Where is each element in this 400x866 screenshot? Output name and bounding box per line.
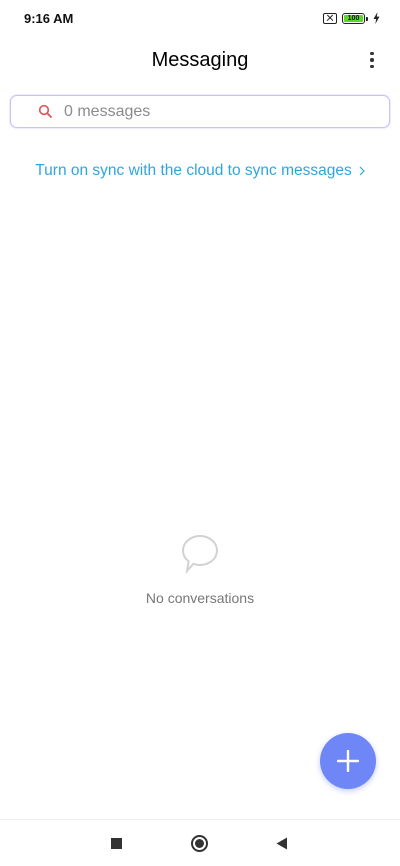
charging-bolt-icon [373, 12, 380, 24]
empty-state-text: No conversations [145, 590, 255, 606]
search-icon [38, 104, 52, 118]
recents-square-icon[interactable] [111, 838, 122, 849]
status-time: 9:16 AM [24, 11, 74, 26]
messaging-screen: 9:16 AM 100 Messaging Turn on sync with [0, 0, 400, 866]
cloud-sync-text: Turn on sync with the cloud to sync mess… [35, 162, 352, 179]
status-icons: 100 [323, 11, 380, 25]
chat-bubble-icon [181, 534, 219, 574]
cloud-sync-link[interactable]: Turn on sync with the cloud to sync mess… [0, 162, 400, 180]
search-input[interactable] [64, 102, 344, 121]
new-message-button[interactable] [320, 733, 376, 789]
app-header: Messaging [0, 42, 400, 80]
chevron-right-icon [359, 166, 365, 176]
home-circle-icon[interactable] [191, 835, 208, 852]
empty-state: No conversations [0, 534, 400, 606]
battery-level: 100 [344, 14, 363, 22]
more-options-button[interactable] [362, 48, 382, 72]
no-sim-icon [323, 12, 337, 24]
system-navigation-bar [0, 819, 400, 866]
search-bar[interactable] [10, 95, 390, 128]
more-vert-icon [370, 51, 374, 56]
status-bar: 9:16 AM 100 [0, 0, 400, 36]
back-triangle-icon[interactable] [276, 837, 288, 850]
page-title: Messaging [151, 49, 249, 71]
battery-icon: 100 [342, 12, 368, 24]
plus-icon [337, 750, 359, 772]
